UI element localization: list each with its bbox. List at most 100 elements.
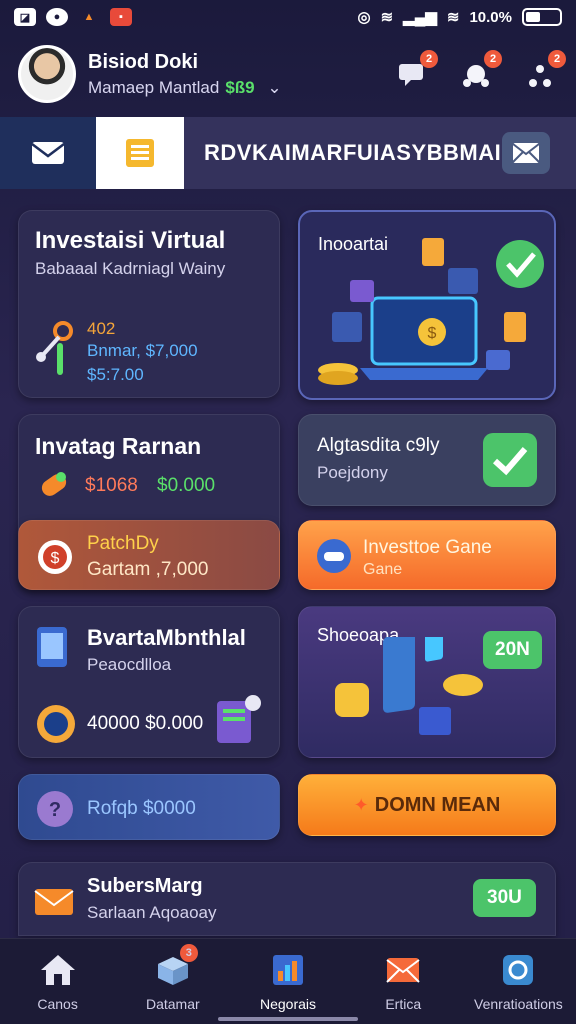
- nav-label: Canos: [37, 995, 78, 1012]
- tablet-icon: [37, 627, 67, 667]
- investgame-subtitle: Gane: [363, 561, 403, 578]
- home-icon: [39, 952, 77, 988]
- svg-text:$: $: [428, 325, 437, 342]
- status-left: ◪ ● ▲ ▪: [14, 8, 132, 26]
- nav-label: Datamar: [145, 995, 200, 1012]
- nav-item-venratioations[interactable]: Venratioations: [461, 939, 576, 1024]
- inooartai-card[interactable]: Inooartai $: [298, 210, 556, 400]
- envelope-button[interactable]: [502, 132, 550, 174]
- laptop-illustration: $: [318, 238, 544, 385]
- phone-illustration: [335, 637, 483, 735]
- investgame-card[interactable]: Investtoe Gane Gane: [298, 520, 556, 590]
- user-subtitle: Mamaep Mantlad $ß9 ⌄: [88, 78, 282, 98]
- star-icon: ✦: [353, 794, 369, 815]
- bottom-nav: Canos 3 Datamar Negorais Ertica Venratio…: [0, 938, 576, 1024]
- wifi2-icon: ≋: [446, 9, 460, 26]
- nav-label: Ertica: [385, 995, 422, 1012]
- signal-icon: ▂▄▆: [403, 9, 437, 26]
- chart-icon: [269, 952, 307, 988]
- nav-item-ertica[interactable]: Ertica: [346, 939, 461, 1024]
- shoeapa-card[interactable]: Shoeoapa 20N: [298, 606, 556, 758]
- battery-text: 10.0%: [469, 8, 512, 26]
- user-info[interactable]: Bisiod Doki Mamaep Mantlad $ß9 ⌄: [88, 51, 282, 98]
- patchdy-card[interactable]: $ PatchDy Gartam ,7,000: [18, 520, 280, 590]
- nav-label: Venratioations: [474, 995, 563, 1012]
- avatar[interactable]: [18, 45, 76, 103]
- battery-icon: [522, 8, 562, 26]
- fire-icon: ▲: [83, 11, 95, 23]
- orange-cta-label: DOMN MEAN: [374, 793, 501, 816]
- user-balance: $ß9: [225, 77, 255, 97]
- bvarta-title: BvartaMbnthlal: [87, 625, 246, 650]
- document-icon: [217, 695, 261, 743]
- status-bar: ◪ ● ▲ ▪ ◎ ≋ ▂▄▆ ≋ 10.0%: [0, 0, 576, 34]
- patchdy-title: PatchDy: [87, 533, 159, 554]
- wifi-icon: ≋: [380, 9, 394, 26]
- orange-cta-button[interactable]: ✦ DOMN MEAN: [298, 774, 556, 836]
- puzzle-badge: 2: [484, 50, 502, 68]
- coin-icon: $: [38, 540, 72, 574]
- rocket-icon: [41, 472, 67, 496]
- subersvarg-cta[interactable]: 30U: [473, 879, 536, 917]
- game-icon: [317, 539, 351, 573]
- subersvarg-subtitle: Sarlaan Aqoaoay: [87, 903, 217, 922]
- nav-label: Negorais: [259, 995, 317, 1012]
- envelope-open-icon: [34, 889, 74, 915]
- investasi-subtitle: Babaaal Kadrniagl Wainy: [35, 259, 226, 278]
- tab-list[interactable]: [96, 117, 184, 189]
- nav-item-canos[interactable]: Canos: [0, 939, 115, 1024]
- chevron-down-icon[interactable]: ⌄: [267, 78, 281, 97]
- list-icon: [126, 139, 154, 167]
- status-right: ◎ ≋ ▂▄▆ ≋ 10.0%: [357, 8, 562, 26]
- share-badge: 2: [548, 50, 566, 68]
- tab-mail[interactable]: [0, 117, 96, 189]
- key-icon: [36, 321, 73, 375]
- nav-item-datamar[interactable]: 3 Datamar: [115, 939, 230, 1024]
- invatag-amount-b: $0.000: [157, 475, 216, 496]
- investasi-card[interactable]: Investaisi Virtual Babaaal Kadrniagl Wai…: [18, 210, 280, 398]
- wallet-icon: [499, 952, 537, 988]
- app-icon: ▪: [110, 8, 132, 26]
- bvarta-amounts: 40000 $0.000: [87, 713, 204, 734]
- rofqb-button[interactable]: ? Rofqb $0000: [18, 774, 280, 840]
- algtascita-card[interactable]: Algtasdita c9ly Poejdony: [298, 414, 556, 506]
- bvarta-card[interactable]: BvartaMbnthlal Peaocdlloa 40000 $0.000: [18, 606, 280, 758]
- home-indicator[interactable]: [218, 1017, 358, 1021]
- algtascita-subtitle: Poejdony: [317, 463, 388, 482]
- shield-icon: ●: [46, 8, 68, 26]
- svg-text:?: ?: [49, 799, 61, 821]
- mail-icon: [31, 142, 65, 164]
- top-bar-title: RDVKAIMARFUIASYBBMAI: [204, 140, 502, 165]
- investgame-title: Investtoe Gane: [363, 537, 492, 558]
- box-icon: 3: [154, 943, 198, 988]
- patchdy-subtitle: Gartam ,7,000: [87, 559, 209, 580]
- check-icon: [483, 433, 537, 487]
- investasi-line2: Bnmar, $7,000: [87, 341, 198, 360]
- user-name: Bisiod Doki: [88, 50, 199, 73]
- envelope-icon: [512, 143, 540, 163]
- user-plan: Mamaep Mantlad: [88, 77, 220, 97]
- top-tab-bar: RDVKAIMARFUIASYBBMAI: [0, 117, 576, 189]
- invatag-amount-a: $1068: [85, 475, 138, 496]
- help-icon: ?: [37, 791, 73, 827]
- bvarta-subtitle: Peaocdlloa: [87, 655, 172, 674]
- gallery-icon: ◪: [14, 8, 36, 26]
- nav-item-negorais[interactable]: Negorais: [230, 939, 345, 1024]
- subersvarg-title: SubersMarg: [87, 875, 203, 897]
- subersvarg-card[interactable]: SubersMarg Sarlaan Aqoaoay 30U: [18, 862, 556, 936]
- profile-header: Bisiod Doki Mamaep Mantlad $ß9 ⌄ 2 2 2: [0, 36, 576, 112]
- puzzle-button[interactable]: 2: [458, 50, 502, 92]
- header-actions: 2 2 2: [394, 50, 566, 92]
- envelope-icon: [384, 952, 422, 988]
- alarm-icon: ◎: [357, 9, 371, 26]
- svg-text:$: $: [51, 550, 60, 567]
- chat-badge: 2: [420, 50, 438, 68]
- algtascita-title: Algtasdita c9ly: [317, 435, 440, 456]
- chat-button[interactable]: 2: [394, 50, 438, 92]
- refresh-coin-icon: [37, 705, 75, 743]
- nav-badge: 3: [179, 943, 198, 962]
- investasi-line3: $5:7.00: [87, 365, 144, 384]
- invatag-title: Invatag Rarnan: [35, 433, 202, 459]
- share-button[interactable]: 2: [522, 50, 566, 92]
- investasi-title: Investaisi Virtual: [35, 227, 226, 254]
